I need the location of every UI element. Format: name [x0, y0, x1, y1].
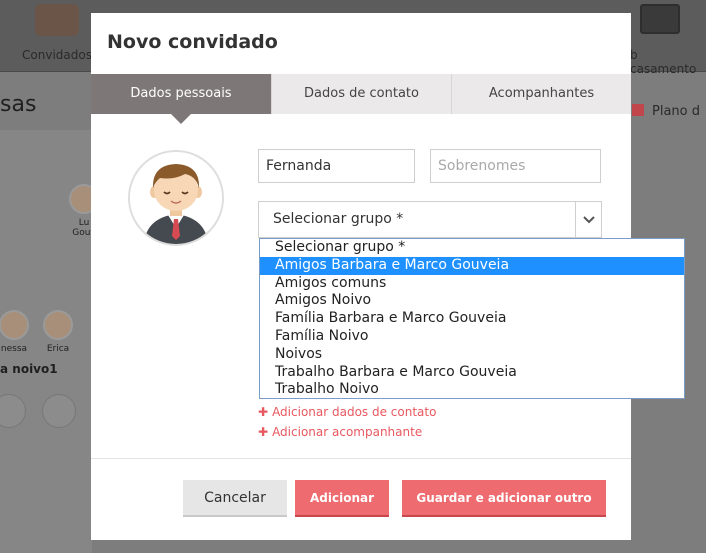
modal-title: Novo convidado	[107, 31, 278, 53]
add-contact-label: Adicionar dados de contato	[272, 405, 437, 419]
dropdown-option[interactable]: Trabalho Barbara e Marco Gouveia	[260, 364, 684, 382]
add-companion-link[interactable]: ✚ Adicionar acompanhante	[258, 425, 436, 445]
plus-icon: ✚	[258, 405, 269, 419]
group-dropdown-list: Selecionar grupo * Amigos Barbara e Marc…	[259, 238, 685, 399]
tab-companions[interactable]: Acompanhantes	[451, 74, 631, 114]
computer-icon	[640, 4, 680, 34]
plus-icon: ✚	[258, 425, 269, 439]
cancel-button[interactable]: Cancelar	[183, 480, 287, 517]
extra-links: ✚ Adicionar dados de contato ✚ Adicionar a…	[258, 405, 436, 445]
guest-avatar	[43, 310, 73, 340]
dropdown-option[interactable]: Selecionar grupo *	[260, 239, 684, 257]
dropdown-option[interactable]: Amigos Barbara e Marco Gouveia	[260, 256, 684, 275]
modal-footer: Cancelar Adicionar Guardar e adicionar o…	[91, 458, 631, 540]
guest-avatar-picture[interactable]	[128, 150, 224, 246]
nav-guests[interactable]: Convidados	[22, 4, 92, 62]
modal-tabs: Dados pessoais Dados de contato Acompanh…	[91, 74, 631, 124]
first-name-field[interactable]	[258, 149, 415, 183]
tab-personal-data[interactable]: Dados pessoais	[91, 74, 271, 124]
dropdown-option[interactable]: Família Barbara e Marco Gouveia	[260, 310, 684, 328]
nav-wedding-label: b casamento	[630, 48, 697, 76]
add-button[interactable]: Adicionar	[295, 480, 389, 517]
guests-icon	[35, 4, 79, 36]
nav-wedding[interactable]: b casamento	[630, 4, 706, 76]
guest-name: nessa	[0, 344, 28, 354]
background-heading: sas	[0, 92, 37, 117]
modal-header: Novo convidado	[91, 13, 631, 74]
chevron-down-icon[interactable]	[575, 202, 601, 237]
add-companion-label: Adicionar acompanhante	[272, 425, 423, 439]
dropdown-option[interactable]: Trabalho Noivo	[260, 381, 684, 399]
plan-label: Plano d	[652, 104, 700, 119]
guest-avatar	[0, 310, 29, 340]
dropdown-option[interactable]: Amigos Noivo	[260, 292, 684, 310]
plan-icon	[632, 104, 644, 116]
group-select[interactable]: Selecionar grupo *	[258, 201, 602, 238]
dropdown-option[interactable]: Família Noivo	[260, 328, 684, 346]
background-guest[interactable]: Erica	[38, 310, 78, 354]
tab-contact-data[interactable]: Dados de contato	[271, 74, 451, 114]
nav-guests-label: Convidados	[22, 48, 92, 62]
dropdown-option[interactable]: Amigos comuns	[260, 275, 684, 293]
empty-seat[interactable]	[42, 394, 76, 428]
guest-name: Erica	[46, 344, 70, 354]
avatar-man-icon	[130, 152, 222, 244]
last-name-field[interactable]	[430, 149, 601, 183]
dropdown-option[interactable]: Noivos	[260, 346, 684, 364]
save-and-add-another-button[interactable]: Guardar e adicionar outro	[402, 480, 606, 517]
add-contact-link[interactable]: ✚ Adicionar dados de contato	[258, 405, 436, 425]
group-select-value: Selecionar grupo *	[273, 211, 404, 227]
plan-link[interactable]: Plano d	[632, 104, 700, 119]
background-guest[interactable]: nessa	[0, 310, 34, 354]
background-table-name: a noivo1	[0, 362, 58, 376]
